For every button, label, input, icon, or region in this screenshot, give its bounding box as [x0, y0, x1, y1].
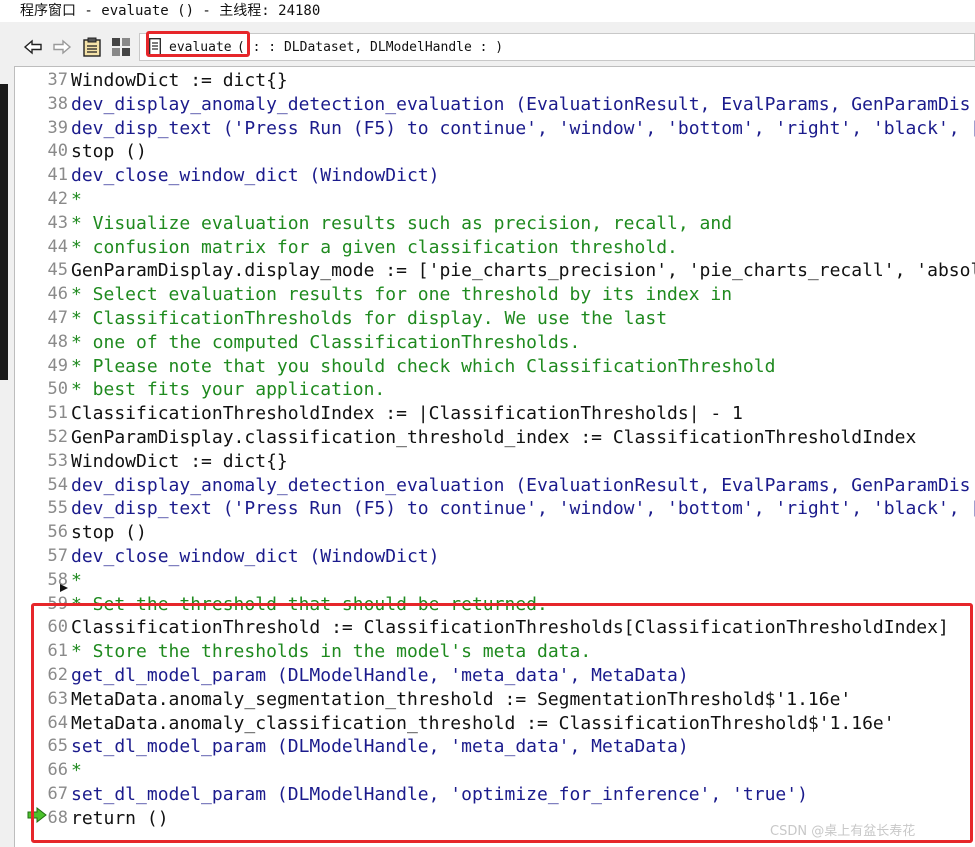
code-text: * Visualize evaluation results such as p… — [71, 212, 733, 234]
line-number: 44 — [47, 236, 68, 257]
line-number: 52 — [47, 426, 68, 447]
grid-button[interactable] — [110, 36, 132, 58]
code-line[interactable]: 52 GenParamDisplay.classification_thresho… — [15, 426, 975, 450]
back-arrow-icon — [23, 39, 42, 55]
code-editor[interactable]: 37 WindowDict := dict{} 38 dev_display_anom… — [14, 66, 975, 847]
code-text: * confusion matrix for a given classific… — [71, 236, 678, 258]
code-text: stop () — [71, 522, 147, 544]
code-line[interactable]: 46 * Select evaluation results for one th… — [15, 283, 975, 307]
line-number: 49 — [47, 355, 68, 376]
code-text: dev_display_anomaly_detection_evaluation… — [71, 93, 971, 115]
code-line[interactable]: 47 * ClassificationThresholds for display… — [15, 307, 975, 331]
code-text: dev_close_window_dict (WindowDict) — [71, 165, 440, 187]
code-line[interactable]: 39 dev_disp_text ('Press Run (F5) to cont… — [15, 117, 975, 141]
code-text: * Please note that you should check whic… — [71, 355, 776, 377]
line-number: 37 — [47, 70, 68, 90]
code-line[interactable]: 51 ClassificationThresholdIndex := |Class… — [15, 402, 975, 426]
code-text: * Select evaluation results for one thre… — [71, 284, 733, 306]
line-number: 48 — [47, 331, 68, 352]
code-text: * best fits your application. — [71, 379, 386, 401]
code-text: dev_display_anomaly_detection_evaluation… — [71, 474, 971, 496]
line-number: 56 — [47, 522, 68, 543]
code-line[interactable]: 57 dev_close_window_dict (WindowDict) — [15, 545, 975, 569]
code-line[interactable]: 58 * — [15, 569, 975, 593]
code-line[interactable]: 55 dev_disp_text ('Press Run (F5) to cont… — [15, 497, 975, 521]
line-number: 38 — [47, 93, 68, 114]
line-number: 45 — [47, 260, 68, 281]
code-text: WindowDict := dict{} — [71, 450, 288, 472]
code-text: stop () — [71, 141, 147, 163]
watermark: CSDN @桌上有盆长寿花 — [770, 824, 916, 839]
code-text: GenParamDisplay.display_mode := ['pie_ch… — [71, 260, 975, 282]
procedure-signature: ( : : DLDataset, DLModelHandle : ) — [237, 40, 504, 55]
line-number: 46 — [47, 284, 68, 305]
line-number: 54 — [47, 474, 68, 495]
line-number: 50 — [47, 379, 68, 400]
window-title: 程序窗口 - evaluate () - 主线程: 24180 — [0, 0, 975, 22]
code-text: dev_disp_text ('Press Run (F5) to contin… — [71, 117, 975, 139]
code-text: ClassificationThresholdIndex := |Classif… — [71, 403, 743, 425]
line-number: 53 — [47, 450, 68, 471]
line-number: 57 — [47, 545, 68, 566]
toolbar: evaluate ( : : DLDataset, DLModelHandle … — [0, 30, 975, 64]
code-text: GenParamDisplay.classification_threshold… — [71, 426, 917, 448]
line-number: 43 — [47, 212, 68, 233]
line-number: 47 — [47, 307, 68, 328]
code-line[interactable]: 54 dev_display_anomaly_detection_evaluati… — [15, 474, 975, 498]
back-button[interactable] — [22, 36, 44, 58]
forward-button[interactable] — [51, 36, 73, 58]
code-line[interactable]: 50 * best fits your application. — [15, 378, 975, 402]
code-line[interactable]: 48 * one of the computed ClassificationTh… — [15, 331, 975, 355]
code-text: WindowDict := dict{} — [71, 70, 288, 91]
code-line[interactable]: 37 WindowDict := dict{} — [15, 69, 975, 93]
line-number: 40 — [47, 141, 68, 162]
side-panel-edge — [0, 84, 8, 380]
forward-arrow-icon — [53, 39, 72, 55]
code-text: * — [71, 569, 82, 591]
code-line[interactable]: 42 * — [15, 188, 975, 212]
clipboard-button[interactable] — [81, 36, 103, 58]
line-number: 55 — [47, 498, 68, 519]
highlight-box-code — [31, 603, 973, 843]
clipboard-icon — [83, 37, 101, 57]
code-line[interactable]: 53 WindowDict := dict{} — [15, 450, 975, 474]
code-line[interactable]: 40 stop () — [15, 140, 975, 164]
code-line[interactable]: 43 * Visualize evaluation results such as… — [15, 212, 975, 236]
code-line[interactable]: 38 dev_display_anomaly_detection_evaluati… — [15, 93, 975, 117]
code-line[interactable]: 44 * confusion matrix for a given classif… — [15, 236, 975, 260]
procedure-selector[interactable]: evaluate ( : : DLDataset, DLModelHandle … — [139, 33, 975, 61]
insert-cursor-icon — [60, 584, 68, 592]
code-line[interactable]: 49 * Please note that you should check wh… — [15, 355, 975, 379]
code-line[interactable]: 41 dev_close_window_dict (WindowDict) — [15, 164, 975, 188]
code-line[interactable]: 45 GenParamDisplay.display_mode := ['pie_… — [15, 259, 975, 283]
code-text: dev_disp_text ('Press Run (F5) to contin… — [71, 498, 975, 520]
line-number: 51 — [47, 403, 68, 424]
grid-icon — [112, 38, 130, 56]
code-text: * — [71, 188, 82, 210]
highlight-box-procedure — [146, 31, 250, 57]
code-text: dev_close_window_dict (WindowDict) — [71, 545, 440, 567]
code-line[interactable]: 56 stop () — [15, 521, 975, 545]
line-number: 39 — [47, 117, 68, 138]
code-text: * ClassificationThresholds for display. … — [71, 307, 668, 329]
line-number: 42 — [47, 188, 68, 209]
line-number: 41 — [47, 165, 68, 186]
code-text: * one of the computed ClassificationThre… — [71, 331, 581, 353]
